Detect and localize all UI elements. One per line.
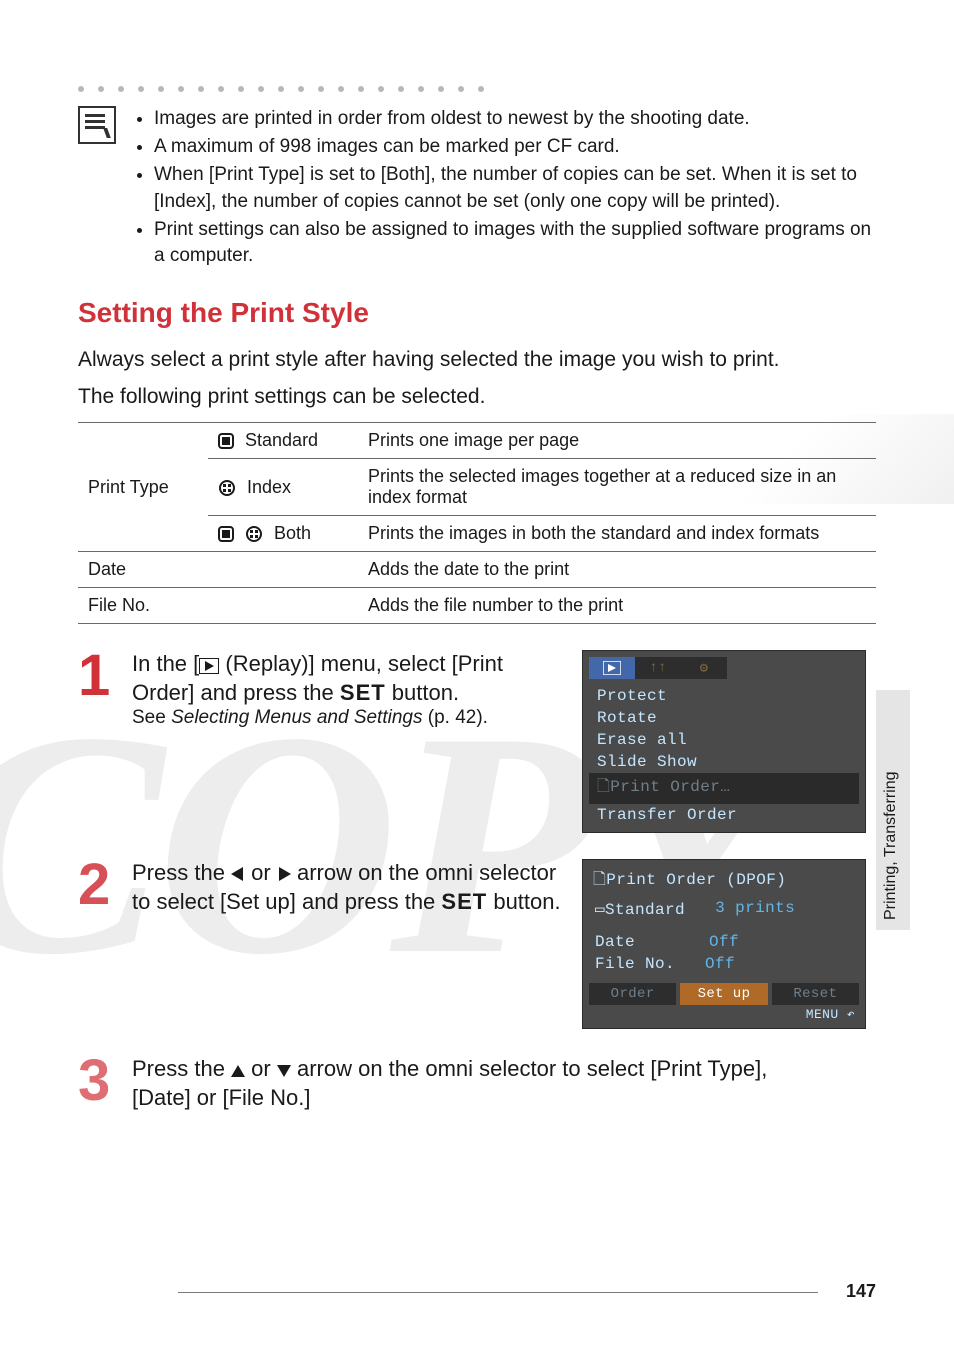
lcd2-file-row: File No.Off [589, 953, 859, 975]
setup-tab-icon: ⚙ [681, 657, 727, 679]
standard-icon [218, 433, 234, 449]
standard-icon [218, 526, 234, 542]
record-tab-icon: ↑↑ [635, 657, 681, 679]
index-icon [218, 480, 236, 496]
print-type-both-label: Both [208, 516, 358, 552]
date-row-label: Date [78, 552, 358, 588]
note-item: Images are printed in order from oldest … [154, 106, 876, 132]
lcd-menu-item: Slide Show [589, 751, 859, 773]
lcd-menu-item: Protect [589, 685, 859, 707]
print-type-both-desc: Prints the images in both the standard a… [358, 516, 876, 552]
notes-list: Images are printed in order from oldest … [134, 106, 876, 271]
lcd-menu-item: Transfer Order [589, 804, 859, 826]
step-3-number: 3 [78, 1055, 132, 1112]
print-type-index-label: Index [208, 459, 358, 516]
note-item: Print settings can also be assigned to i… [154, 217, 876, 269]
print-type-standard-label: Standard [208, 423, 358, 459]
step-2-screenshot: 🗋Print Order (DPOF) ▭Standard3 prints Da… [582, 859, 866, 1029]
lead-text-1: Always select a print style after having… [78, 345, 876, 375]
lcd2-setup-button: Set up [680, 983, 767, 1005]
lcd2-reset-button: Reset [772, 983, 859, 1005]
section-side-tab: Printing, Transferring [882, 690, 900, 920]
step-2-title: Press the or arrow on the omni selector … [132, 859, 562, 916]
up-arrow-icon [231, 1065, 245, 1077]
section-heading: Setting the Print Style [78, 297, 876, 329]
date-row-desc: Adds the date to the print [358, 552, 876, 588]
lcd2-menu-label: MENU ↶ [589, 1005, 859, 1022]
step-2-number: 2 [78, 859, 132, 1029]
lcd2-order-button: Order [589, 983, 676, 1005]
lcd-menu-item-selected: 🗋Print Order… [589, 773, 859, 804]
note-icon [78, 106, 116, 144]
lcd2-mode-row: ▭Standard3 prints [589, 897, 859, 921]
lcd-menu-item: Erase all [589, 729, 859, 751]
step-1-subtext: See Selecting Menus and Settings (p. 42)… [132, 707, 562, 729]
left-arrow-icon [231, 867, 243, 881]
step-1-screenshot: ↑↑ ⚙ Protect Rotate Erase all Slide Show… [582, 650, 866, 833]
print-type-group-label: Print Type [78, 423, 208, 552]
print-type-index-desc: Prints the selected images together at a… [358, 459, 876, 516]
fileno-row-label: File No. [78, 588, 358, 624]
right-arrow-icon [279, 867, 291, 881]
fileno-row-desc: Adds the file number to the print [358, 588, 876, 624]
note-item: A maximum of 998 images can be marked pe… [154, 134, 876, 160]
index-icon [245, 526, 263, 542]
print-type-standard-desc: Prints one image per page [358, 423, 876, 459]
print-settings-table: Print Type Standard Prints one image per… [78, 422, 876, 624]
replay-icon [199, 658, 219, 674]
step-1-title: In the [ (Replay)] menu, select [Print O… [132, 650, 562, 707]
step-1-number: 1 [78, 650, 132, 833]
lcd2-date-row: DateOff [589, 931, 859, 953]
page-number: 147 [178, 1281, 876, 1302]
note-item: When [Print Type] is set to [Both], the … [154, 162, 876, 214]
lcd-menu-item: Rotate [589, 707, 859, 729]
step-3-title: Press the or arrow on the omni selector … [132, 1055, 772, 1112]
lead-text-2: The following print settings can be sele… [78, 382, 876, 412]
lcd2-title: 🗋Print Order (DPOF) [589, 866, 859, 897]
replay-tab-icon [589, 657, 635, 679]
down-arrow-icon [277, 1065, 291, 1077]
dotted-divider [78, 80, 876, 98]
